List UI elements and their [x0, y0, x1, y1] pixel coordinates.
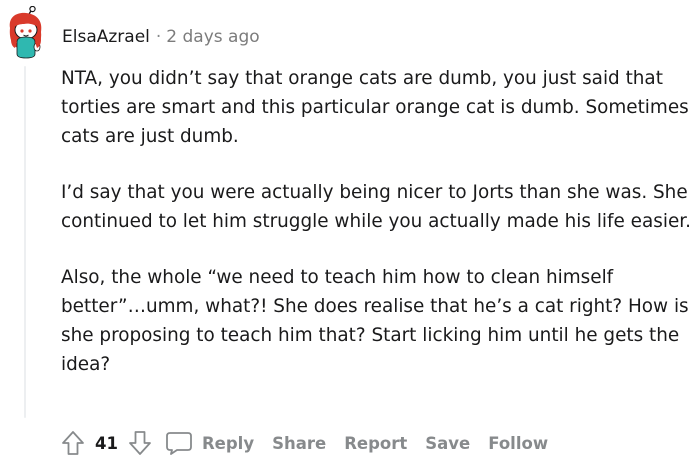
comment-meta: ElsaAzrael · 2 days ago	[62, 26, 260, 48]
upvote-button[interactable]	[60, 428, 86, 458]
comment-paragraph: Also, the whole “we need to teach him ho…	[61, 267, 689, 375]
avatar[interactable]	[6, 6, 46, 60]
share-button[interactable]: Share	[272, 434, 326, 453]
save-button[interactable]: Save	[425, 434, 470, 453]
snoo-avatar-icon	[9, 6, 42, 59]
downvote-button[interactable]	[127, 428, 153, 458]
comment-paragraph: NTA, you didn’t say that orange cats are…	[61, 68, 689, 147]
arrow-down-icon	[129, 431, 151, 455]
timestamp[interactable]: 2 days ago	[166, 27, 259, 47]
thread-line[interactable]	[24, 66, 26, 418]
reply-label: Reply	[201, 433, 255, 453]
meta-separator: ·	[155, 27, 162, 47]
comment-paragraph: I’d say that you were actually being nic…	[61, 182, 691, 232]
reply-button[interactable]: Reply	[165, 430, 254, 456]
report-button[interactable]: Report	[344, 434, 407, 453]
author-name[interactable]: ElsaAzrael	[62, 27, 150, 47]
comment: ElsaAzrael · 2 days ago NTA, you didn’t sa…	[0, 0, 700, 459]
speech-bubble-icon	[166, 432, 192, 455]
comment-actions: 41 Reply Share Report Save Follow	[60, 427, 548, 459]
vote-score: 41	[95, 433, 118, 453]
arrow-up-icon	[62, 431, 84, 455]
follow-button[interactable]: Follow	[488, 434, 548, 453]
comment-body: NTA, you didn’t say that orange cats are…	[61, 64, 691, 379]
